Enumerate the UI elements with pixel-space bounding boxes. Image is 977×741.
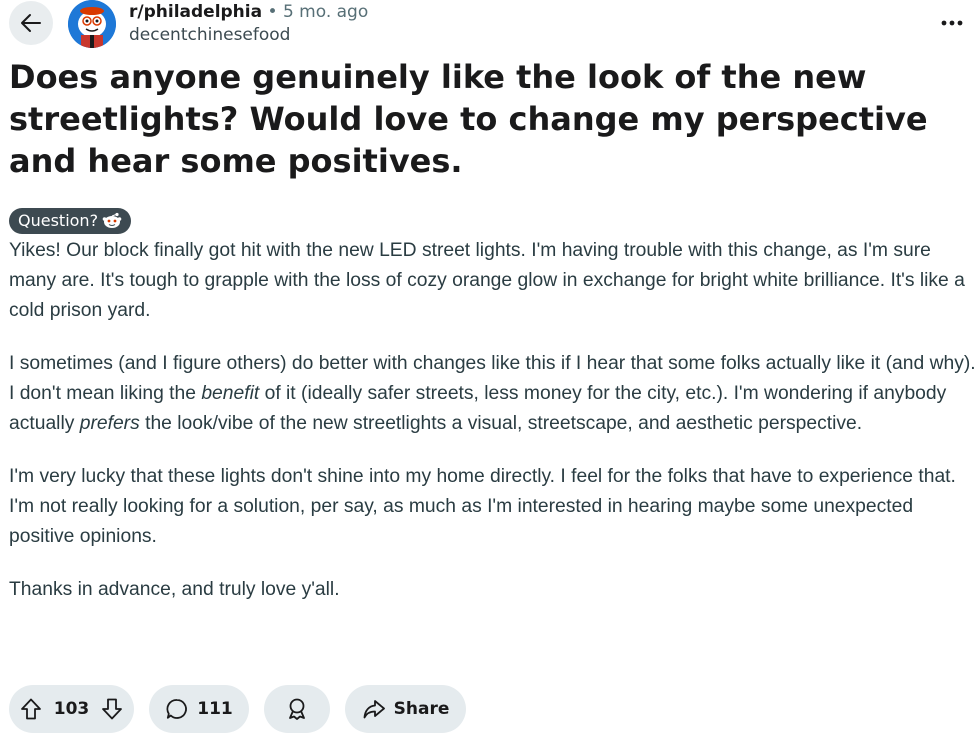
post-meta: r/philadelphia • 5 mo. ago decentchinese… bbox=[129, 1, 368, 46]
body-paragraph: I sometimes (and I figure others) do bet… bbox=[9, 353, 976, 434]
body-paragraph: I'm very lucky that these lights don't s… bbox=[9, 466, 956, 547]
snoo-icon bbox=[102, 212, 122, 230]
emphasis-text: prefers bbox=[79, 413, 140, 434]
subreddit-link[interactable]: r/philadelphia bbox=[129, 2, 262, 22]
post-flair[interactable]: Question? bbox=[9, 208, 132, 234]
share-button[interactable]: Share bbox=[345, 685, 466, 733]
speech-bubble-icon bbox=[165, 697, 189, 721]
vote-control: 103 bbox=[9, 685, 134, 733]
body-paragraph: Thanks in advance, and truly love y'all. bbox=[9, 579, 340, 600]
award-ribbon-icon bbox=[285, 697, 309, 721]
body-paragraph: Yikes! Our block finally got hit with th… bbox=[9, 240, 965, 321]
post-header: r/philadelphia • 5 mo. ago decentchinese… bbox=[9, 0, 969, 52]
post-body: Yikes! Our block finally got hit with th… bbox=[9, 236, 977, 628]
post-action-bar: 103 111 Share bbox=[9, 685, 466, 733]
award-button[interactable] bbox=[264, 685, 330, 733]
vote-count: 103 bbox=[53, 699, 90, 719]
post-title: Does anyone genuinely like the look of t… bbox=[9, 58, 928, 180]
post-age: 5 mo. ago bbox=[282, 2, 369, 22]
author-link[interactable]: decentchinesefood bbox=[129, 24, 368, 46]
back-button[interactable] bbox=[9, 1, 53, 45]
more-options-button[interactable] bbox=[935, 8, 969, 38]
comments-button[interactable]: 111 bbox=[149, 685, 249, 733]
meta-separator: • bbox=[267, 2, 278, 22]
arrow-left-icon bbox=[18, 10, 44, 36]
emphasis-text: benefit bbox=[201, 383, 260, 404]
share-arrow-icon bbox=[362, 697, 386, 721]
ellipsis-horizontal-icon bbox=[941, 20, 963, 26]
arrow-up-icon[interactable] bbox=[19, 697, 43, 721]
share-label: Share bbox=[393, 699, 450, 719]
subreddit-avatar[interactable] bbox=[68, 0, 116, 48]
flair-label: Question? bbox=[18, 211, 99, 230]
arrow-down-icon[interactable] bbox=[100, 697, 124, 721]
comment-count: 111 bbox=[197, 699, 233, 719]
